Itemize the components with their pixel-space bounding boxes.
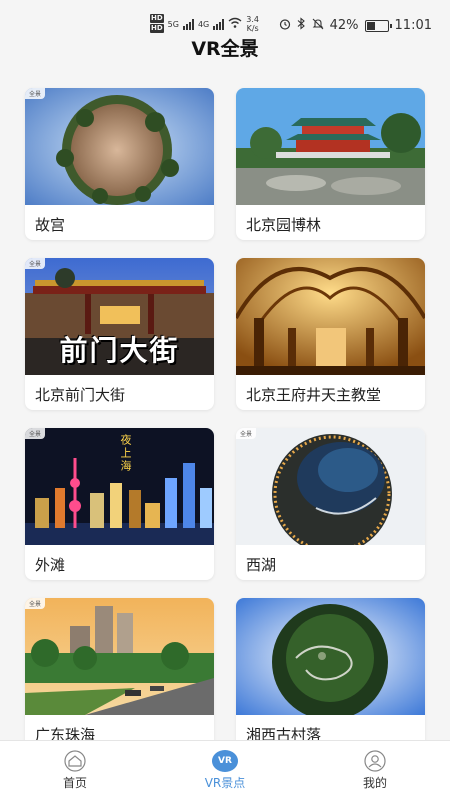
battery-fill	[366, 21, 375, 30]
nav-item-home[interactable]: 首页	[0, 741, 150, 800]
scene-card-forbidden-city[interactable]: 全景 故宫	[25, 88, 214, 240]
scene-title: 故宫	[35, 216, 66, 234]
user-icon	[362, 750, 388, 772]
hd-label-2: HD	[150, 24, 164, 33]
chinese-pavilion-icon	[236, 88, 425, 205]
hd-icon: HD HD	[150, 14, 164, 34]
church-vaulted-ceiling-icon	[236, 258, 425, 375]
panorama-tag: 全景	[25, 258, 46, 269]
nav-label-vr: VR景点	[204, 776, 246, 790]
scene-title: 北京王府井天主教堂	[246, 386, 382, 404]
speed-value: 3.4	[246, 15, 259, 24]
scene-card-west-lake[interactable]: 全景 西湖	[236, 428, 425, 580]
night-shanghai-text: 夜上海	[119, 434, 132, 473]
mute-icon	[312, 18, 324, 34]
vr-icon: VR	[212, 750, 238, 772]
little-planet-lake-icon: 全景	[236, 428, 425, 545]
clock: 11:01	[394, 18, 432, 33]
shanghai-night-skyline-icon: 夜上海 全景	[25, 428, 214, 545]
bluetooth-icon	[297, 17, 306, 34]
scene-title: 西湖	[246, 556, 277, 574]
speed-unit: K/s	[246, 24, 259, 33]
page-title: VR全景	[191, 38, 259, 60]
city-boulevard-icon: 全景	[25, 598, 214, 715]
panorama-tag: 全景	[25, 428, 46, 439]
battery-icon	[364, 19, 392, 32]
wifi-icon	[228, 17, 242, 31]
alarm-icon	[279, 18, 291, 34]
nav-label-home: 首页	[62, 776, 87, 790]
home-icon	[62, 750, 88, 772]
network-5g-label: 5G	[167, 19, 179, 29]
hd-label-1: HD	[150, 14, 164, 23]
scene-card-the-bund[interactable]: 夜上海 全景 外滩	[25, 428, 214, 580]
little-planet-courtyard-icon: 全景	[25, 88, 214, 205]
battery-percent: 42%	[329, 18, 359, 33]
signal-4g-icon	[213, 18, 225, 30]
qianmen-overlay-text: 前门大街	[59, 334, 180, 367]
signal-5g-icon	[182, 18, 194, 30]
scene-card-garden-expo[interactable]: 北京园博林	[236, 88, 425, 240]
nav-label-mine: 我的	[362, 776, 387, 790]
network-speed: 3.4 K/s	[246, 15, 259, 33]
scene-card-wangfujing-church[interactable]: 北京王府井天主教堂	[236, 258, 425, 410]
bottom-nav: 首页 VR VR景点 我的	[0, 740, 450, 800]
nav-item-mine[interactable]: 我的	[300, 741, 450, 800]
scene-title: 外滩	[35, 556, 66, 574]
scene-card-xiangxi-village[interactable]: 湘西古村落	[236, 598, 425, 750]
qianmen-archway-icon: 前门大街 全景	[25, 258, 214, 375]
scene-card-qianmen-street[interactable]: 前门大街 全景 北京前门大街	[25, 258, 214, 410]
status-bar: HD HD 5G 4G 3.4 K/s 42% 11:01	[0, 0, 450, 34]
scene-card-zhuhai[interactable]: 全景 广东珠海	[25, 598, 214, 750]
vr-icon-text: VR	[218, 756, 232, 766]
panorama-tag: 全景	[236, 428, 257, 439]
panorama-tag: 全景	[25, 598, 46, 609]
panorama-tag: 全景	[25, 88, 46, 99]
status-right: 42% 11:01	[279, 17, 432, 34]
status-left: HD HD 5G 4G 3.4 K/s	[150, 14, 259, 34]
little-planet-mountain-icon	[236, 598, 425, 715]
vr-scene-grid: 全景 故宫 北京园博林 前门大街 全景 北京前门大街 北京王府井天主教堂 夜上海…	[25, 88, 425, 750]
network-4g-label: 4G	[197, 19, 210, 29]
scene-title: 北京园博林	[246, 216, 322, 234]
scene-title: 北京前门大街	[35, 386, 126, 404]
nav-item-vr[interactable]: VR VR景点	[150, 741, 300, 800]
